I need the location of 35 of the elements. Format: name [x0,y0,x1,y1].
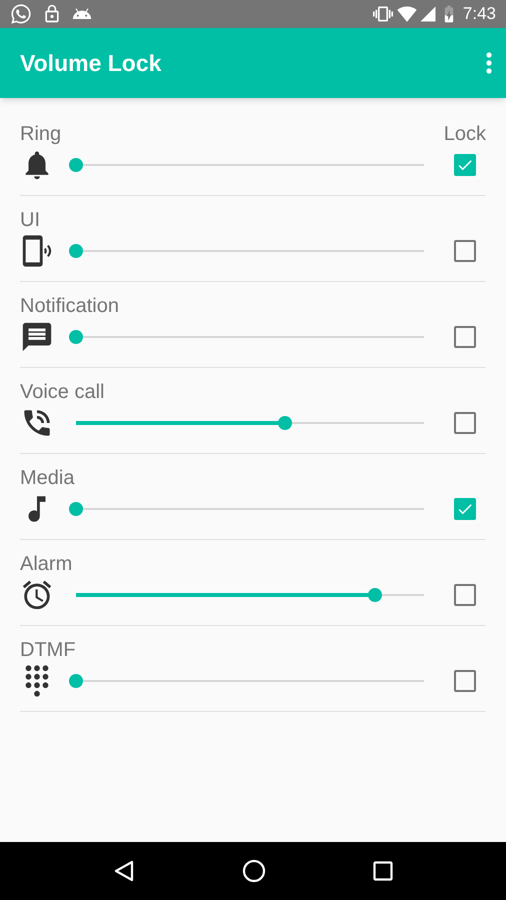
channel-label: Media [20,468,74,488]
channel-label: Ring [20,124,62,144]
more-vertical-icon [486,52,492,74]
lock-header: Lock [444,124,486,144]
lock-checkbox[interactable] [454,240,476,262]
alarm-clock-icon [20,578,54,612]
slider-thumb[interactable] [69,502,83,516]
slider-thumb[interactable] [69,244,83,258]
clock: 7:43 [462,3,496,26]
more-options-button[interactable] [486,52,492,74]
lock-checkbox[interactable] [454,670,476,692]
channel-label: Voice call [20,382,104,402]
channel-label: DTMF [20,640,76,660]
lock-checkbox[interactable] [454,154,476,176]
recents-icon[interactable] [372,861,393,881]
lock-checkbox[interactable] [454,584,476,606]
chat-bubble-icon [10,3,32,25]
slider-thumb[interactable] [278,416,292,430]
slider-thumb[interactable] [69,330,83,344]
channel-label: Notification [20,296,119,316]
phone-ring-icon [20,234,54,268]
app-title: Volume Lock [20,48,162,78]
slider-thumb[interactable] [69,674,83,688]
home-icon[interactable] [242,859,266,883]
channel-label: UI [20,210,40,230]
lock-checkbox[interactable] [454,326,476,348]
lock-checkbox[interactable] [454,412,476,434]
lock-checkbox[interactable] [454,498,476,520]
channel-label: Alarm [20,554,72,574]
slider-thumb[interactable] [69,158,83,172]
vibration-icon [372,4,393,24]
wifi-icon [396,4,417,24]
slider-thumb[interactable] [368,588,382,602]
signal-icon [418,5,437,23]
back-icon[interactable] [113,860,136,882]
